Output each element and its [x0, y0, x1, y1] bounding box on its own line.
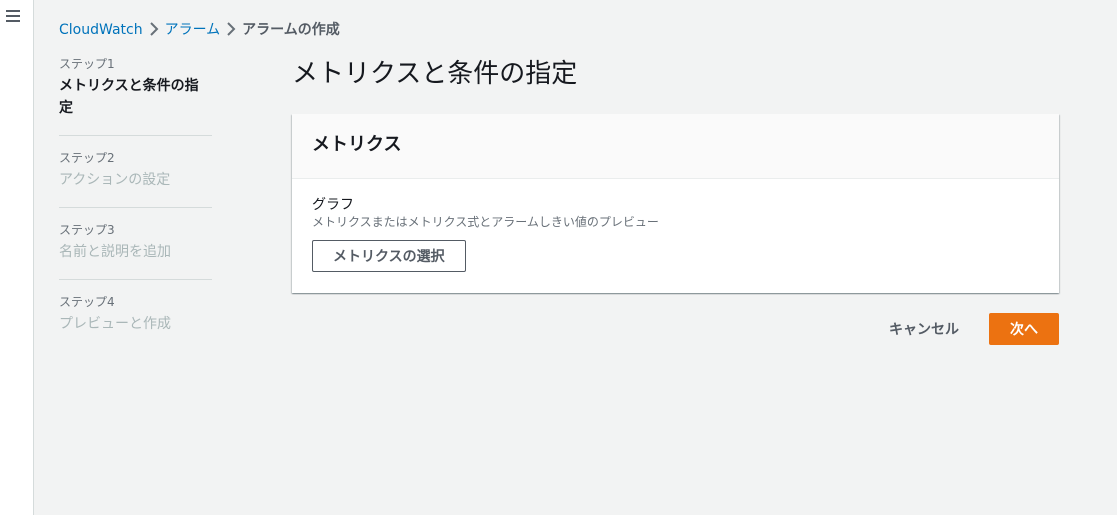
next-button[interactable]: 次へ — [989, 313, 1059, 345]
step-title: プレビューと作成 — [59, 316, 171, 332]
wizard-step-1[interactable]: ステップ1 メトリクスと条件の指定 — [59, 56, 212, 135]
step-title: メトリクスと条件の指定 — [59, 78, 199, 116]
step-title: アクションの設定 — [59, 172, 171, 188]
graph-description: メトリクスまたはメトリクス式とアラームしきい値のプレビュー — [312, 215, 659, 229]
side-navigation-rail — [0, 0, 34, 515]
breadcrumb: CloudWatch アラーム アラームの作成 — [59, 21, 340, 39]
menu-icon[interactable] — [6, 10, 20, 22]
menu-icon-bar — [6, 20, 20, 22]
metrics-panel-title: メトリクス — [312, 134, 402, 155]
menu-icon-bar — [6, 10, 20, 12]
graph-label: グラフ — [312, 197, 354, 213]
chevron-right-icon — [220, 21, 242, 39]
page-title: メトリクスと条件の指定 — [292, 59, 578, 89]
step-label: ステップ2 — [59, 151, 115, 165]
wizard-step-2: ステップ2 アクションの設定 — [59, 135, 212, 207]
step-label: ステップ1 — [59, 57, 115, 71]
wizard-step-3: ステップ3 名前と説明を追加 — [59, 207, 212, 279]
wizard-steps: ステップ1 メトリクスと条件の指定 ステップ2 アクションの設定 ステップ3 名… — [59, 56, 212, 351]
metrics-panel-header: メトリクス — [292, 114, 1059, 179]
chevron-right-icon — [143, 21, 165, 39]
wizard-step-4: ステップ4 プレビューと作成 — [59, 279, 212, 351]
step-title: 名前と説明を追加 — [59, 244, 171, 260]
breadcrumb-cloudwatch[interactable]: CloudWatch — [59, 21, 143, 39]
breadcrumb-current: アラームの作成 — [242, 22, 340, 38]
step-label: ステップ4 — [59, 295, 115, 309]
cancel-button[interactable]: キャンセル — [869, 313, 979, 345]
select-metric-button[interactable]: メトリクスの選択 — [312, 240, 466, 272]
wizard-actions: キャンセル 次へ — [860, 313, 1059, 345]
metrics-panel: メトリクス グラフ メトリクスまたはメトリクス式とアラームしきい値のプレビュー … — [292, 114, 1059, 293]
step-label: ステップ3 — [59, 223, 115, 237]
breadcrumb-alarms[interactable]: アラーム — [165, 21, 221, 39]
menu-icon-bar — [6, 15, 20, 17]
metrics-panel-body: グラフ メトリクスまたはメトリクス式とアラームしきい値のプレビュー メトリクスの… — [292, 179, 1059, 289]
